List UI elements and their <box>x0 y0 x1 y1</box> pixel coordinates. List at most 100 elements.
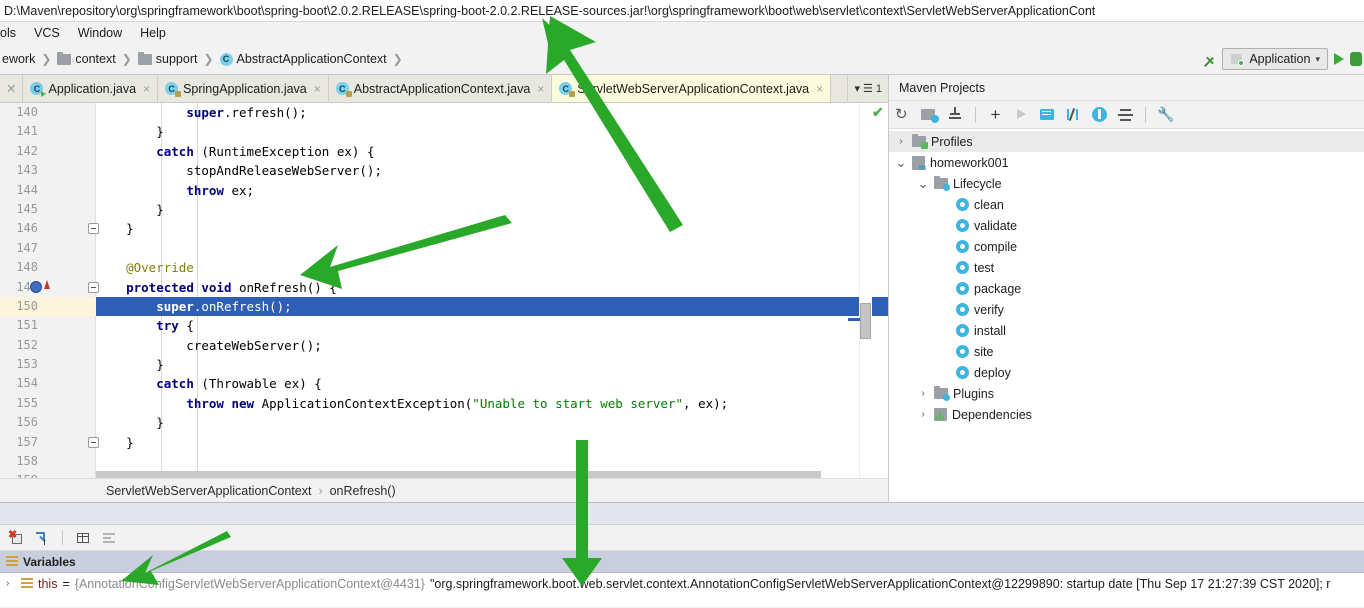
run-button[interactable] <box>1334 53 1344 65</box>
maven-tree-item-label: install <box>974 323 1006 338</box>
code-line[interactable]: 150 super.onRefresh(); <box>0 296 888 317</box>
close-icon[interactable]: × <box>314 82 321 96</box>
debug-button[interactable] <box>1350 52 1362 66</box>
evaluate-expression-icon[interactable] <box>34 530 50 546</box>
code-line[interactable]: 153 } <box>0 355 888 374</box>
maven-tree-item-package[interactable]: package <box>889 278 1364 299</box>
line-number: 147 <box>16 240 38 255</box>
maven-tree-item-homework001[interactable]: ⌄ m homework001 <box>889 152 1364 173</box>
maven-tree-item-profiles[interactable]: › Profiles <box>889 131 1364 152</box>
tab-servletwebserverapplicationcontext-java[interactable]: C ServletWebServerApplicationContext.jav… <box>552 75 832 102</box>
close-icon[interactable]: × <box>143 82 150 96</box>
reimport-icon[interactable]: ↻ <box>895 106 912 123</box>
code-line[interactable]: 149 protected void onRefresh() { <box>0 278 888 297</box>
breadcrumb-item-framework[interactable]: ework <box>0 52 37 66</box>
tab-application-java[interactable]: C Application.java × <box>23 75 159 102</box>
expand-twisty-icon[interactable]: › <box>6 578 16 589</box>
code-text: } <box>96 221 134 237</box>
collapse-all-icon[interactable] <box>1117 106 1134 123</box>
close-icon[interactable]: × <box>537 82 544 96</box>
code-line[interactable]: 140 super.refresh(); <box>0 103 888 122</box>
run-configuration-selector[interactable]: Application ▾ <box>1222 48 1328 70</box>
execute-goal-icon[interactable] <box>1091 106 1108 123</box>
maven-settings-icon[interactable]: 🔧 <box>1157 106 1174 123</box>
code-line[interactable]: 141 } <box>0 122 888 141</box>
variables-list[interactable]: › this = {AnnotationConfigServletWebServ… <box>0 573 1364 607</box>
maven-tree-item-verify[interactable]: verify <box>889 299 1364 320</box>
maven-tree[interactable]: › Profiles ⌄ m homework001 ⌄ Lifecycle clean val… <box>889 129 1364 500</box>
maven-tree-item-clean[interactable]: clean <box>889 194 1364 215</box>
chevron-right-icon[interactable]: › <box>895 136 907 147</box>
tab-overflow-left[interactable]: ✕ <box>0 75 24 102</box>
add-maven-project-icon[interactable]: + <box>987 106 1004 123</box>
maven-tree-item-plugins[interactable]: › Plugins <box>889 383 1364 404</box>
editor-vertical-scrollbar[interactable] <box>859 103 872 478</box>
breadcrumb-item-support[interactable]: support <box>136 51 200 66</box>
code-line[interactable]: 157 } <box>0 433 888 452</box>
tab-springapplication-java[interactable]: C SpringApplication.java × <box>158 75 329 102</box>
maven-tree-item-lifecycle[interactable]: ⌄ Lifecycle <box>889 173 1364 194</box>
tab-abstractapplicationcontext-java[interactable]: C AbstractApplicationContext.java × <box>328 75 553 102</box>
maven-tree-item-dependencies[interactable]: › Dependencies <box>889 404 1364 425</box>
code-line[interactable]: 152 createWebServer(); <box>0 336 888 355</box>
code-line[interactable]: 145 } <box>0 200 888 219</box>
toggle-offline-mode-icon[interactable] <box>1039 106 1056 123</box>
customize-view-icon[interactable] <box>101 530 117 546</box>
menu-item-window[interactable]: Window <box>76 25 124 41</box>
code-line[interactable]: 155 throw new ApplicationContextExceptio… <box>0 394 888 413</box>
debugger-header <box>0 503 1364 525</box>
scrollbar-thumb[interactable] <box>860 303 871 339</box>
profiles-folder-icon <box>912 134 928 149</box>
maven-tree-item-install[interactable]: install <box>889 320 1364 341</box>
menu-item-help[interactable]: Help <box>138 25 168 41</box>
code-line[interactable]: 154 catch (Throwable ex) { <box>0 374 888 393</box>
maven-tree-item-test[interactable]: test <box>889 257 1364 278</box>
chevron-down-icon: ▾ <box>854 83 860 95</box>
maven-tree-item-site[interactable]: site <box>889 341 1364 362</box>
variable-row-this[interactable]: › this = {AnnotationConfigServletWebServ… <box>0 573 1364 594</box>
editor-breadcrumb-class[interactable]: ServletWebServerApplicationContext <box>106 484 311 498</box>
editor-horizontal-scrollbar-thumb[interactable] <box>96 471 821 478</box>
editor-breadcrumb-method[interactable]: onRefresh() <box>330 484 396 498</box>
code-line[interactable]: 143 stopAndReleaseWebServer(); <box>0 161 888 180</box>
inspection-ok-icon[interactable]: ✔ <box>872 105 886 119</box>
code-line[interactable]: 142 catch (RuntimeException ex) { <box>0 142 888 161</box>
close-icon[interactable]: × <box>816 82 823 96</box>
menu-item-tools[interactable]: ols <box>0 25 18 41</box>
maven-tree-item-deploy[interactable]: deploy <box>889 362 1364 383</box>
maven-tree-item-validate[interactable]: validate <box>889 215 1364 236</box>
tab-list-button[interactable]: ▾ ☰ 1 <box>847 75 888 102</box>
mute-breakpoints-icon[interactable]: ✖ <box>8 529 24 546</box>
chevron-right-icon[interactable]: › <box>917 409 929 420</box>
maven-tree-item-label: validate <box>974 218 1018 233</box>
code-line[interactable]: 147 <box>0 239 888 258</box>
code-line[interactable]: 156 } <box>0 413 888 432</box>
code-line[interactable]: 151 try { <box>0 316 888 335</box>
navigation-bar: ework ❯ context ❯ support ❯ C AbstractAp… <box>0 44 1364 75</box>
menu-item-vcs[interactable]: VCS <box>32 25 62 41</box>
run-build-icon <box>1013 106 1030 123</box>
maven-tree-item-compile[interactable]: compile <box>889 236 1364 257</box>
chevron-right-icon[interactable]: › <box>917 388 929 399</box>
breadcrumb-item-context[interactable]: context <box>55 51 117 66</box>
code-line[interactable]: 146 } <box>0 219 888 238</box>
line-number: 150 <box>16 298 38 313</box>
toggle-skip-tests-icon[interactable] <box>1065 106 1082 123</box>
code-line[interactable]: 148 @Override <box>0 258 888 277</box>
download-sources-icon[interactable] <box>947 106 964 123</box>
generate-sources-icon[interactable] <box>921 106 939 123</box>
tab-variables[interactable]: Variables <box>6 555 76 569</box>
code-line[interactable]: 158 <box>0 452 888 471</box>
jump-to-source-icon[interactable] <box>1202 52 1216 66</box>
maven-toolbar: ↻ + 🔧 <box>889 101 1364 129</box>
chevron-down-icon[interactable]: ⌄ <box>895 156 907 169</box>
breakpoint-icon[interactable] <box>30 280 42 293</box>
maven-tree-item-label: homework001 <box>930 155 1009 170</box>
java-class-icon: C <box>165 82 182 97</box>
table-view-icon[interactable] <box>75 530 91 546</box>
breadcrumb-item-abstractapplicationcontext[interactable]: C AbstractApplicationContext <box>218 52 389 66</box>
code-text: stopAndReleaseWebServer(); <box>96 163 382 179</box>
code-line[interactable]: 144 throw ex; <box>0 181 888 200</box>
chevron-down-icon[interactable]: ⌄ <box>917 177 929 190</box>
code-editor[interactable]: 140 super.refresh(); 141 } 142 catch (Runt… <box>0 103 888 478</box>
